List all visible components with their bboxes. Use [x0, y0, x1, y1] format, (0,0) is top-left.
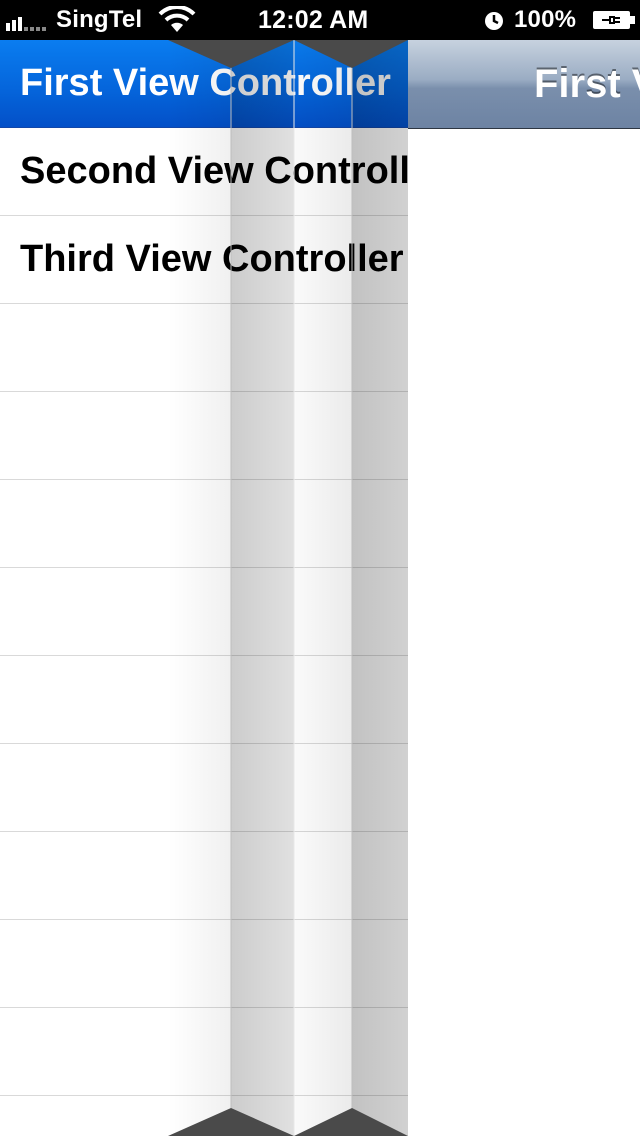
- menu-item-third-view-controller[interactable]: Third View Controller: [0, 216, 408, 305]
- alarm-clock-icon: [485, 12, 503, 30]
- main-view: First View Controller: [408, 40, 640, 1136]
- menu-item-label: First View Controller: [20, 62, 391, 104]
- menu-empty-row: [0, 656, 408, 745]
- menu-empty-row: [0, 744, 408, 833]
- menu-empty-row: [0, 1096, 408, 1136]
- menu-item-second-view-controller[interactable]: Second View Controller: [0, 128, 408, 217]
- side-menu[interactable]: First View Controller Second View Contro…: [0, 40, 408, 1136]
- menu-empty-row: [0, 480, 408, 569]
- signal-bars-icon: [6, 17, 46, 31]
- menu-empty-row: [0, 568, 408, 657]
- carrier-name: SingTel: [56, 6, 143, 33]
- status-time: 12:02 AM: [258, 6, 369, 34]
- menu-item-label: Second View Controller: [20, 150, 408, 192]
- battery-charging-icon: [593, 11, 635, 29]
- battery-percent: 100%: [514, 6, 577, 33]
- menu-item-first-view-controller[interactable]: First View Controller: [0, 40, 408, 129]
- menu-empty-row: [0, 920, 408, 1009]
- menu-item-label: Third View Controller: [20, 238, 404, 280]
- wifi-icon: [158, 6, 196, 32]
- nav-title: First View Controller: [534, 62, 640, 106]
- status-bar: SingTel 12:02 AM 100%: [0, 0, 640, 40]
- menu-empty-row: [0, 1008, 408, 1097]
- menu-empty-row: [0, 392, 408, 481]
- navigation-bar: First View Controller: [408, 40, 640, 129]
- menu-empty-row: [0, 304, 408, 393]
- menu-empty-row: [0, 832, 408, 921]
